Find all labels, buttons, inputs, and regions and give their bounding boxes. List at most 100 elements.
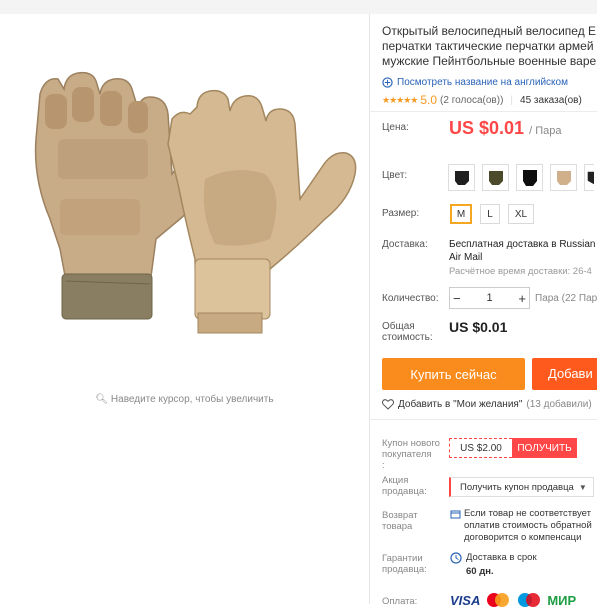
product-info: Открытый велосипедный велосипед E перчат… — [369, 14, 597, 608]
price-amount: US $0.01 — [449, 118, 525, 138]
maestro-logo-icon — [518, 593, 541, 607]
quantity-label: Количество: — [382, 293, 439, 304]
coupon-label-line-2: покупателя — [382, 449, 432, 460]
seller-coupon-dropdown[interactable]: Получить купон продавца ▼ — [449, 477, 594, 497]
rating-score: 5.0 — [420, 93, 438, 107]
guarantee-line-2: 60 дн. — [466, 566, 494, 577]
color-swatches — [448, 164, 594, 191]
mir-logo: МИР — [547, 592, 577, 608]
glove-thumb-icon — [454, 170, 469, 185]
quantity-available: Пара (22 Пара — [535, 292, 597, 304]
return-label-line-2: товара — [382, 521, 413, 532]
total-value: US $0.01 — [449, 319, 508, 335]
color-option-olive[interactable] — [482, 164, 509, 191]
buy-now-button[interactable]: Купить сейчас — [382, 358, 525, 390]
visa-logo: VISA — [450, 592, 481, 608]
glove-thumb-icon — [488, 170, 503, 185]
price-value: US $0.01 / Пара — [449, 118, 561, 139]
guarantee-label: Гарантии продавца: — [382, 553, 427, 575]
promo-label-line-2: продавца: — [382, 486, 427, 497]
get-coupon-button[interactable]: ПОЛУЧИТЬ — [512, 438, 577, 458]
add-to-cart-button[interactable]: Добави — [532, 358, 597, 390]
total-label-line-2: стоимость: — [382, 332, 433, 343]
title-line-3: мужские Пейнтбольные военные варе — [382, 54, 597, 68]
wishlist-text[interactable]: Добавить в "Мои желания" — [398, 399, 522, 410]
glove-thumb-icon — [587, 171, 594, 184]
payment-label: Оплата: — [382, 596, 418, 607]
mastercard-logo-icon — [487, 593, 510, 607]
return-label: Возврат товара — [382, 510, 418, 532]
translate-icon — [382, 77, 393, 88]
translate-link-text[interactable]: Посмотреть название на английском — [397, 77, 568, 88]
return-text-line-2: оплатив стоимость обратной — [464, 520, 592, 531]
shipping-line-2: Air Mail — [449, 252, 483, 263]
color-option-tan[interactable] — [550, 164, 577, 191]
return-label-line-1: Возврат — [382, 510, 418, 521]
title-line-2: перчатки тактические перчатки армей — [382, 39, 594, 53]
magnifier-icon: 🔍︎ — [95, 394, 109, 405]
new-buyer-coupon: US $2.00 ПОЛУЧИТЬ — [449, 438, 577, 458]
size-option-xl[interactable]: XL — [508, 204, 534, 224]
color-option-more[interactable] — [584, 164, 594, 191]
promo-label-line-1: Акция — [382, 475, 409, 486]
payment-methods: VISA МИР — [450, 592, 576, 608]
coupon-label-line-1: Купон нового — [382, 438, 440, 449]
quantity-stepper: − 1 + — [449, 287, 530, 309]
wishlist-count: (13 добавили) — [526, 399, 592, 410]
guarantee-label-line-1: Гарантии — [382, 553, 423, 564]
size-option-m[interactable]: M — [450, 204, 472, 224]
right-glove — [167, 89, 357, 334]
rating-votes[interactable]: (2 голоса(ов)) — [440, 95, 503, 106]
size-label: Размер: — [382, 208, 420, 219]
glove-thumb-icon — [556, 170, 571, 185]
title-line-1: Открытый велосипедный велосипед E — [382, 24, 597, 38]
zoom-hint-text: Наведите курсор, чтобы увеличить — [110, 394, 274, 405]
color-option-black-full[interactable] — [516, 164, 543, 191]
guarantee-text: Доставка в срок 60 дн. — [466, 551, 537, 579]
shipping-label: Доставка: — [382, 239, 428, 250]
rating-row: ★★★★★ 5.0 (2 голоса(ов)) | 45 заказа(ов) — [382, 93, 582, 107]
wishlist-link[interactable]: Добавить в "Мои желания" (13 добавили) — [382, 399, 592, 410]
rating-separator: | — [510, 94, 514, 106]
color-label: Цвет: — [382, 170, 408, 181]
shipping-method[interactable]: Бесплатная доставка в Russian Air Mail — [449, 238, 597, 264]
coupon-amount: US $2.00 — [449, 438, 512, 458]
clock-icon — [450, 552, 462, 564]
rating-stars: ★★★★★ — [382, 94, 418, 105]
shipping-line-1: Бесплатная доставка в Russian — [449, 239, 596, 250]
quantity-plus-button[interactable]: + — [518, 291, 526, 306]
pane-divider — [369, 14, 370, 604]
heart-icon — [382, 399, 394, 410]
price-label: Цена: — [382, 122, 409, 133]
product-image-pane[interactable]: 🔍︎ Наведите курсор, чтобы увеличить — [0, 14, 369, 604]
zoom-hint: 🔍︎ Наведите курсор, чтобы увеличить — [0, 394, 369, 405]
coupon-label-line-3: : — [382, 460, 385, 471]
gloves-image — [34, 71, 357, 334]
chevron-down-icon: ▼ — [578, 482, 587, 492]
divider — [369, 111, 597, 112]
quantity-row: − 1 + Пара (22 Пара — [449, 287, 597, 309]
divider — [369, 419, 597, 420]
orders-count: 45 заказа(ов) — [520, 94, 582, 106]
quantity-minus-button[interactable]: − — [453, 291, 461, 306]
action-buttons: Купить сейчас Добави — [382, 358, 597, 390]
return-text-line-3: договорится о компенсаци — [464, 532, 582, 543]
promo-label: Акция продавца: — [382, 475, 427, 497]
price-unit: / Пара — [529, 125, 562, 137]
size-option-l[interactable]: L — [480, 204, 500, 224]
translate-link[interactable]: Посмотреть название на английском — [382, 77, 568, 88]
size-options: M L XL — [450, 204, 534, 224]
coupon-label: Купон нового покупателя : — [382, 438, 440, 471]
guarantee-line-1: Доставка в срок — [466, 552, 537, 563]
glove-thumb-icon — [522, 169, 537, 186]
shipping-time: Расчётное время доставки: 26-4 — [449, 266, 592, 277]
color-option-black[interactable] — [448, 164, 475, 191]
return-policy-text: Если товар не соответствует оплатив стои… — [464, 508, 592, 544]
top-strip — [0, 0, 597, 14]
guarantee-label-line-2: продавца: — [382, 564, 427, 575]
total-label: Общая стоимость: — [382, 321, 433, 343]
return-text-line-1: Если товар не соответствует — [464, 508, 591, 519]
product-title: Открытый велосипедный велосипед E перчат… — [382, 24, 597, 69]
quantity-input[interactable]: 1 — [486, 292, 492, 304]
seller-coupon-text: Получить купон продавца — [460, 481, 574, 493]
